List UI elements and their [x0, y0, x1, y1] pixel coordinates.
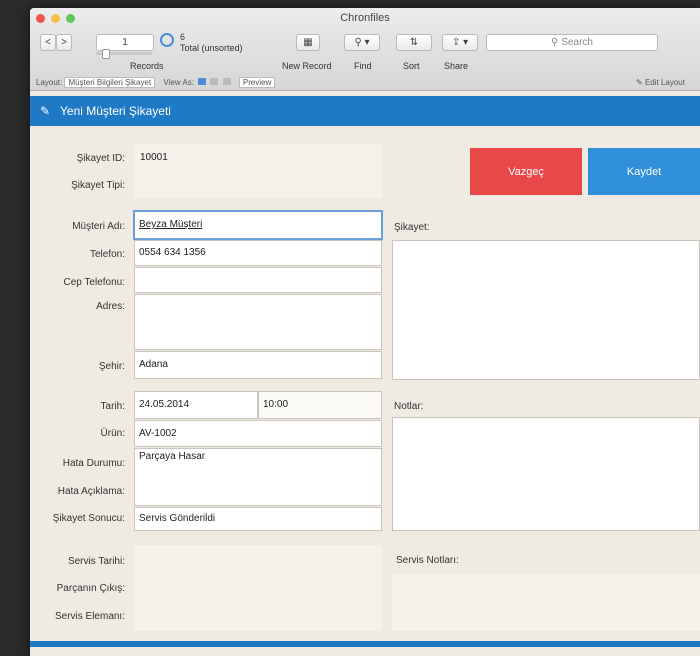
share-button[interactable]: ⇪ ▾ — [442, 34, 478, 51]
adres-input[interactable] — [134, 294, 382, 350]
sikayet-tipi-label: Şikayet Tipi: — [71, 180, 125, 191]
find-label: Find — [354, 61, 372, 71]
record-total-label: Total (unsorted) — [180, 43, 243, 53]
sehir-input[interactable]: Adana — [134, 351, 382, 379]
parca-cikis-label: Parçanın Çıkış: — [56, 583, 125, 594]
hata-aciklama-label: Hata Açıklama: — [57, 486, 125, 497]
next-record-button[interactable]: > — [56, 34, 72, 51]
sikayet-id-panel: 10001 — [134, 144, 382, 198]
hata-durumu-input[interactable]: Parçaya Hasar — [134, 448, 382, 506]
magnifier-icon: ⚲ ▾ — [354, 37, 370, 48]
record-slider[interactable] — [96, 49, 152, 59]
new-record-icon: ▦ — [303, 37, 313, 48]
window-titlebar: Chronfiles < > 1 6 Total (unsorted) Reco… — [30, 8, 700, 91]
share-icon: ⇪ ▾ — [451, 37, 469, 48]
urun-input[interactable]: AV-1002 — [134, 420, 382, 447]
search-placeholder: Search — [561, 37, 593, 48]
view-as-label: View As: — [163, 78, 194, 87]
servis-notlari-panel — [392, 574, 700, 631]
form-title: Yeni Müşteri Şikayeti — [60, 104, 171, 118]
new-record-label: New Record — [282, 61, 332, 71]
hata-durumu-label: Hata Durumu: — [62, 458, 125, 469]
servis-elemani-label: Servis Elemanı: — [54, 611, 125, 622]
form-footer-bar — [30, 641, 700, 647]
pie-chart-icon — [160, 33, 174, 47]
sikayet-textarea[interactable] — [392, 240, 700, 380]
edit-layout-button[interactable]: ✎ Edit Layout — [636, 76, 685, 90]
notlar-textarea[interactable] — [392, 417, 700, 531]
urun-label: Ürün: — [100, 428, 125, 439]
servis-tarihi-label: Servis Tarihi: — [67, 556, 125, 567]
sikayet-id-label: Şikayet ID: — [76, 153, 125, 164]
telefon-label: Telefon: — [89, 249, 125, 260]
saat-input[interactable]: 10:00 — [258, 391, 382, 419]
search-icon: ⚲ — [550, 37, 559, 48]
cep-telefonu-label: Cep Telefonu: — [63, 277, 125, 288]
record-total: 6 — [180, 32, 186, 42]
layout-dropdown[interactable]: Müşteri Bilgileri Şikayet — [64, 77, 156, 88]
chevron-left-icon: < — [45, 37, 51, 48]
list-view-icon[interactable] — [210, 78, 219, 85]
edit-pen-icon: ✎ — [40, 104, 51, 118]
edit-layout-label: Edit Layout — [644, 78, 685, 87]
sehir-label: Şehir: — [98, 361, 125, 372]
telefon-input[interactable]: 0554 634 1356 — [134, 240, 382, 266]
app-window: Chronfiles < > 1 6 Total (unsorted) Reco… — [30, 8, 700, 656]
prev-record-button[interactable]: < — [40, 34, 56, 51]
notlar-label: Notlar: — [394, 401, 424, 412]
window-title: Chronfiles — [340, 12, 390, 24]
form-header-bar: ✎ Yeni Müşteri Şikayeti — [30, 96, 700, 126]
save-button[interactable]: Kaydet — [588, 148, 700, 195]
sikayet-sonucu-input[interactable]: Servis Gönderildi — [134, 507, 382, 531]
find-button[interactable]: ⚲ ▾ — [344, 34, 380, 51]
sort-label: Sort — [403, 61, 420, 71]
layout-label: Layout: — [36, 78, 63, 87]
tarih-input[interactable]: 24.05.2014 — [134, 391, 258, 419]
musteri-adi-input[interactable]: Beyza Müşteri — [133, 210, 383, 240]
form-view-icon[interactable] — [198, 78, 207, 85]
table-view-icon[interactable] — [222, 78, 231, 85]
new-record-button[interactable]: ▦ — [296, 34, 320, 51]
sikayet-sonucu-label: Şikayet Sonucu: — [52, 513, 125, 524]
preview-button[interactable]: Preview — [238, 77, 276, 88]
sort-button[interactable]: ⇅ — [396, 34, 432, 51]
edit-icon: ✎ — [636, 78, 643, 87]
slider-handle[interactable] — [102, 49, 110, 59]
cep-telefonu-input[interactable] — [134, 267, 382, 293]
servis-notlari-label: Servis Notları: — [396, 555, 459, 566]
search-field[interactable]: ⚲ Search — [486, 34, 658, 51]
sikayet-id-value: 10001 — [140, 152, 168, 163]
records-label: Records — [130, 61, 164, 71]
musteri-adi-label: Müşteri Adı: — [72, 221, 125, 232]
tarih-label: Tarih: — [100, 401, 125, 412]
record-counter-value: 1 — [122, 37, 128, 48]
sikayet-panel-label: Şikayet: — [394, 222, 430, 233]
servis-panel — [134, 545, 382, 631]
cancel-button[interactable]: Vazgeç — [470, 148, 582, 195]
layout-bar: Layout: Müşteri Bilgileri Şikayet View A… — [30, 76, 700, 90]
share-label: Share — [444, 61, 469, 71]
adres-label: Adres: — [96, 301, 125, 312]
chevron-right-icon: > — [61, 37, 67, 48]
sort-icon: ⇅ — [409, 37, 419, 48]
